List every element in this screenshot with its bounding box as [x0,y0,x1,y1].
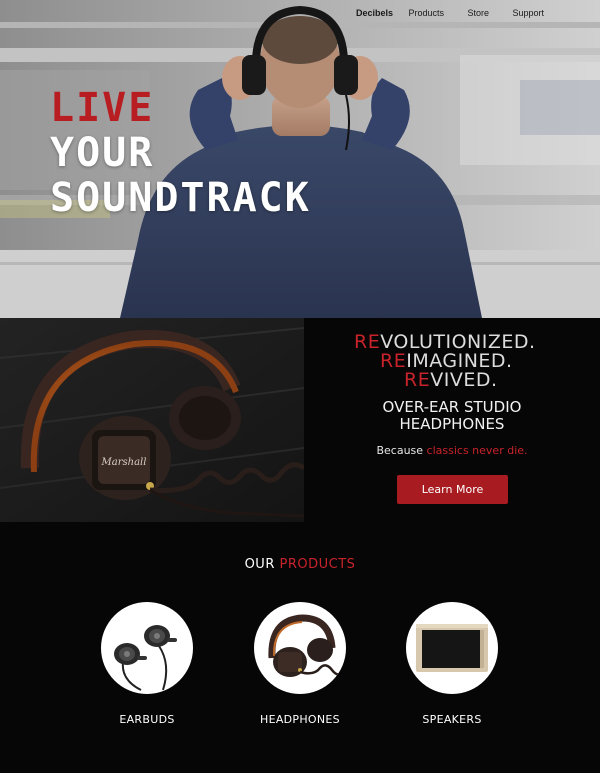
marshall-logo-text: Marshall [101,457,147,468]
learn-more-button[interactable]: Learn More [397,475,508,504]
product-label-headphones: HEADPHONES [260,713,340,726]
products-heading-prefix: OUR [244,557,280,572]
tagline-revived: REVIVED. [404,370,498,390]
products-heading: OUR PRODUCTS [0,557,600,572]
feature-product-name-line2: HEADPHONES [399,415,505,433]
hero-headline-soundtrack: SOUNDTRACK [50,175,311,221]
feature-slogan: Because classics never die. [304,444,600,457]
tagline-prefix: RE [404,369,431,391]
earbuds-image [101,602,193,694]
hero-headline-live: LIVE [50,85,155,131]
nav-brand-link[interactable]: Decibels [356,8,393,18]
product-label-earbuds: EARBUDS [119,713,175,726]
product-card-earbuds[interactable]: EARBUDS [82,602,212,732]
nav-item-store[interactable]: Store [467,8,489,18]
headphones-image [254,602,346,694]
tagline-rest: VIVED. [430,369,498,391]
slogan-prefix: Because [376,444,427,457]
product-card-speakers[interactable]: SPEAKERS [387,602,517,732]
nav-item-products[interactable]: Products [408,8,444,18]
product-label-speakers: SPEAKERS [422,713,482,726]
feature-section: Marshall REVOLUTIONIZED. REIMAGINED. REV… [0,318,600,522]
product-card-headphones[interactable]: HEADPHONES [235,602,365,732]
tagline-reimagined: REIMAGINED. [380,351,513,371]
headphones-product-photo: Marshall [0,318,304,522]
speakers-image [406,602,498,694]
nav-item-support[interactable]: Support [512,8,544,18]
feature-product-name-line1: OVER-EAR STUDIO [382,398,522,416]
tagline-prefix: RE [354,331,381,353]
products-section: OUR PRODUCTS EARBUDS HEADPHONES SPEAKERS [0,522,600,773]
feature-copy: REVOLUTIONIZED. REIMAGINED. REVIVED. OVE… [304,318,600,522]
tagline-revolutionized: REVOLUTIONIZED. [354,332,536,352]
products-heading-highlight: PRODUCTS [279,557,356,572]
tagline-prefix: RE [380,350,407,372]
hero-headline-your: YOUR [50,130,155,176]
hero-section: Decibels Products Store Support LIVE YOU… [0,0,600,318]
hero-headline: LIVE YOUR SOUNDTRACK [50,86,311,221]
slogan-highlight: classics never die. [426,444,528,457]
